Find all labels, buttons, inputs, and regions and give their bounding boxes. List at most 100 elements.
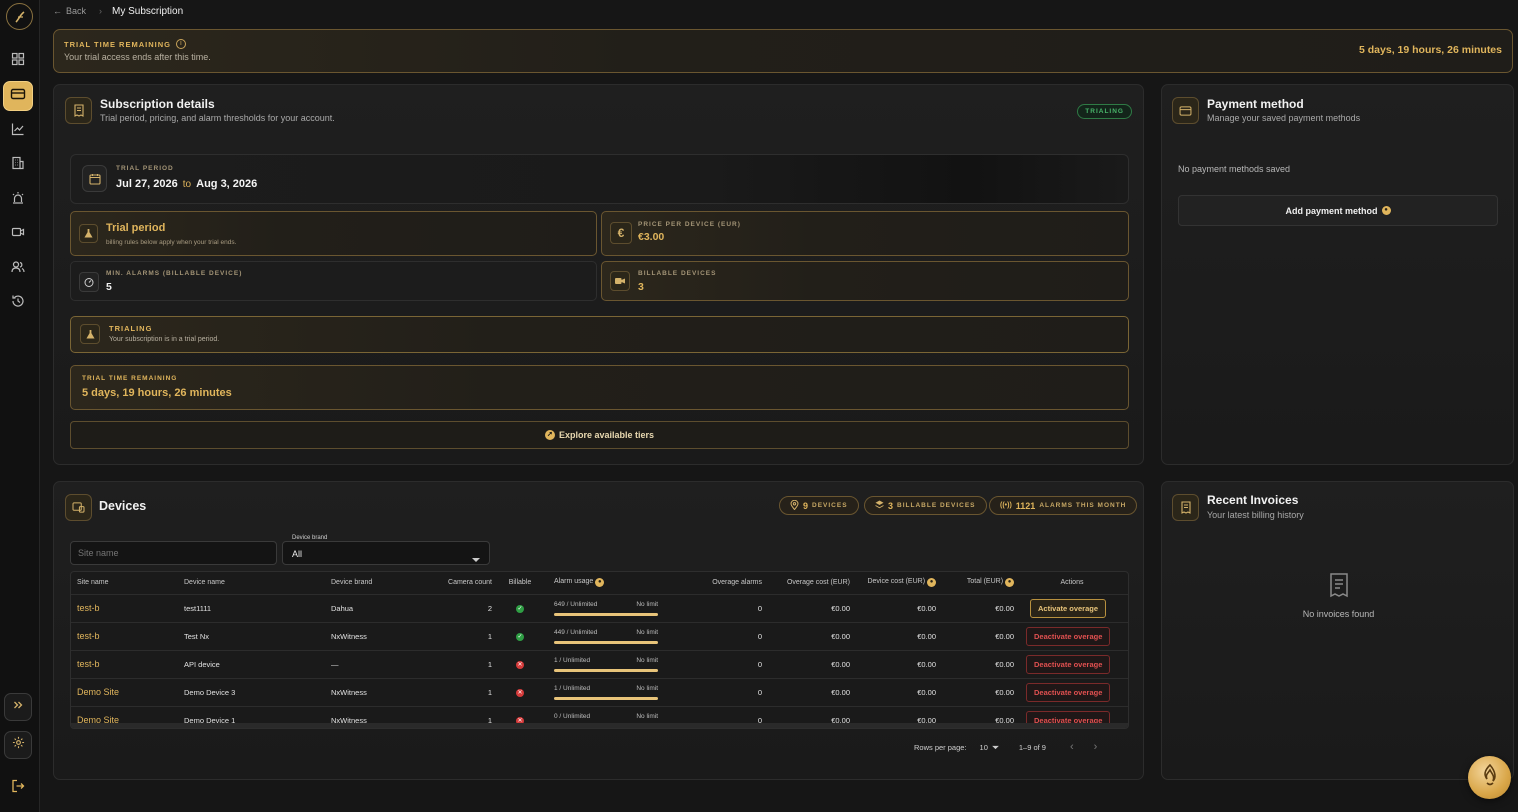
usage-bar: [554, 697, 658, 700]
alarm-usage-meter: 1 / Unlimited No limit: [554, 655, 658, 673]
sidebar-expand-button[interactable]: [4, 693, 32, 721]
cell-brand: Dahua: [331, 593, 434, 622]
cell-overage: 0: [678, 649, 762, 678]
col-billable[interactable]: Billable: [492, 572, 548, 594]
sidebar-settings-button[interactable]: [4, 731, 32, 759]
sidebar-item-users[interactable]: [3, 254, 33, 284]
gauge-icon: [79, 272, 99, 292]
sidebar-item-subscription[interactable]: [3, 81, 33, 111]
trial-end-date: Aug 3, 2026: [196, 178, 258, 190]
sidebar-item-cameras[interactable]: [3, 219, 33, 249]
sidebar-item-alarms[interactable]: [3, 185, 33, 215]
price-card: € PRICE PER DEVICE (EUR) €3.00: [601, 211, 1129, 256]
explore-tiers-label: Explore available tiers: [558, 430, 655, 440]
alarm-usage-meter: 1 / Unlimited No limit: [554, 683, 658, 701]
remaining-card-value: 5 days, 19 hours, 26 minutes: [82, 387, 232, 399]
sidebar-item-history[interactable]: [3, 288, 33, 318]
stat-devices: 9 DEVICES: [779, 496, 859, 515]
usage-text: 449 / Unlimited: [554, 629, 598, 636]
chevron-left-icon[interactable]: ‹: [1070, 741, 1074, 753]
remaining-card: TRIAL TIME REMAINING 5 days, 19 hours, 2…: [70, 365, 1129, 410]
device-brand-select[interactable]: Device brand All: [282, 535, 490, 565]
col-camera-count[interactable]: Camera count: [434, 572, 492, 594]
calendar-icon: [82, 165, 107, 192]
stat-alarms-value: 1121: [1015, 500, 1036, 511]
subscription-subtitle: Trial period, pricing, and alarm thresho…: [100, 113, 335, 123]
devices-title: Devices: [99, 499, 147, 513]
breadcrumb: ← Back › My Subscription: [53, 4, 183, 18]
col-overage-cost[interactable]: Overage cost (EUR): [762, 572, 850, 594]
usage-text: 0 / Unlimited: [554, 713, 591, 721]
col-device-brand[interactable]: Device brand: [331, 572, 434, 594]
back-link[interactable]: ← Back: [53, 6, 86, 16]
coin-icon: ●: [1005, 578, 1014, 588]
cell-overage-cost: €0.00: [762, 649, 850, 678]
activate-overage-button[interactable]: Activate overage: [1030, 598, 1107, 618]
cross-icon: ✕: [516, 689, 524, 697]
rows-per-page-select[interactable]: 10: [980, 743, 999, 752]
pagination: Rows per page: 10 1–9 of 9 ‹ ›: [914, 741, 1097, 753]
cell-total: €0.00: [936, 621, 1014, 650]
table-row[interactable]: test-b API device — 1 ✕ 1 / Unlimited No …: [71, 649, 1128, 678]
stat-billable-value: 3: [888, 500, 894, 511]
usage-text: 649 / Unlimited: [554, 601, 598, 608]
chart-icon: [11, 122, 25, 141]
col-actions: Actions: [1060, 579, 1084, 587]
deactivate-overage-button[interactable]: Deactivate overage: [1026, 654, 1111, 674]
deactivate-overage-button[interactable]: Deactivate overage: [1026, 626, 1111, 646]
chevron-right-icon[interactable]: ›: [1094, 741, 1098, 753]
col-overage-alarms[interactable]: Overage alarms: [678, 572, 762, 594]
status-badge: TRIALING: [1077, 104, 1132, 119]
credit-card-icon: [1172, 97, 1199, 124]
chevrons-right-icon: [12, 698, 24, 716]
plan-card-title: Trial period: [106, 222, 166, 234]
cell-device-cost: €0.00: [850, 677, 936, 706]
explore-tiers-button[interactable]: ➚ Explore available tiers: [70, 421, 1129, 449]
arrow-left-icon: ←: [53, 6, 62, 16]
col-site-name[interactable]: Site name: [71, 572, 184, 594]
table-row[interactable]: test-b test1111 Dahua 2 ✓ 649 / Unlimite…: [71, 593, 1128, 622]
plan-card-subtitle: billing rules below apply when your tria…: [106, 239, 237, 246]
col-device-cost[interactable]: Device cost (EUR) ●: [850, 572, 936, 594]
stat-devices-label: DEVICES: [812, 502, 848, 509]
usage-limit: No limit: [636, 601, 658, 608]
add-payment-label: Add payment method: [1285, 205, 1378, 216]
cell-device-cost: €0.00: [850, 621, 936, 650]
stat-alarms-label: ALARMS THIS MONTH: [1039, 502, 1127, 509]
payment-subtitle: Manage your saved payment methods: [1207, 113, 1361, 123]
cell-total: €0.00: [936, 649, 1014, 678]
flask-icon: [80, 324, 100, 344]
table-row[interactable]: Demo Site Demo Device 3 NxWitness 1 ✕ 1 …: [71, 677, 1128, 706]
col-total[interactable]: Total (EUR) ●: [936, 572, 1014, 594]
info-icon[interactable]: i: [175, 39, 186, 49]
devices-panel: Devices 9 DEVICES 3 BILLABLE DEVICES ((•…: [53, 481, 1144, 780]
col-device-name[interactable]: Device name: [184, 572, 331, 594]
sidebar-item-sites[interactable]: [3, 150, 33, 180]
cell-cameras: 1: [434, 621, 492, 650]
sidebar-logout-button[interactable]: [3, 773, 33, 803]
trialing-card: TRIALING Your subscription is in a trial…: [70, 316, 1129, 353]
trial-banner-subtitle: Your trial access ends after this time.: [64, 52, 211, 62]
cell-brand: —: [331, 649, 434, 678]
horizontal-scrollbar[interactable]: [71, 723, 1128, 728]
sidebar-item-analytics[interactable]: [3, 116, 33, 146]
sidebar-item-dashboard[interactable]: [3, 46, 33, 76]
layers-icon: [875, 500, 884, 511]
coin-icon: ●: [1381, 206, 1391, 215]
site-name-input[interactable]: [70, 541, 277, 565]
assistant-fab[interactable]: [1468, 756, 1511, 799]
trial-date-separator: to: [182, 179, 192, 190]
usage-limit: No limit: [636, 629, 658, 636]
trial-banner-remaining: 5 days, 19 hours, 26 minutes: [1359, 44, 1502, 56]
stat-billable-label: BILLABLE DEVICES: [897, 502, 976, 509]
plan-card: Trial period billing rules below apply w…: [70, 211, 597, 256]
add-payment-button[interactable]: Add payment method ●: [1178, 195, 1498, 226]
brand-logo-icon[interactable]: [6, 3, 33, 30]
receipt-icon: [65, 97, 92, 124]
table-row[interactable]: test-b Test Nx NxWitness 1 ✓ 449 / Unlim…: [71, 621, 1128, 650]
deactivate-overage-button[interactable]: Deactivate overage: [1026, 682, 1111, 702]
devices-table-grid: Site name Device name Device brand Camer…: [71, 572, 1128, 728]
col-alarm-usage[interactable]: Alarm usage ●: [548, 572, 678, 594]
coin-icon: ●: [595, 578, 605, 588]
subscription-title: Subscription details: [100, 97, 215, 111]
